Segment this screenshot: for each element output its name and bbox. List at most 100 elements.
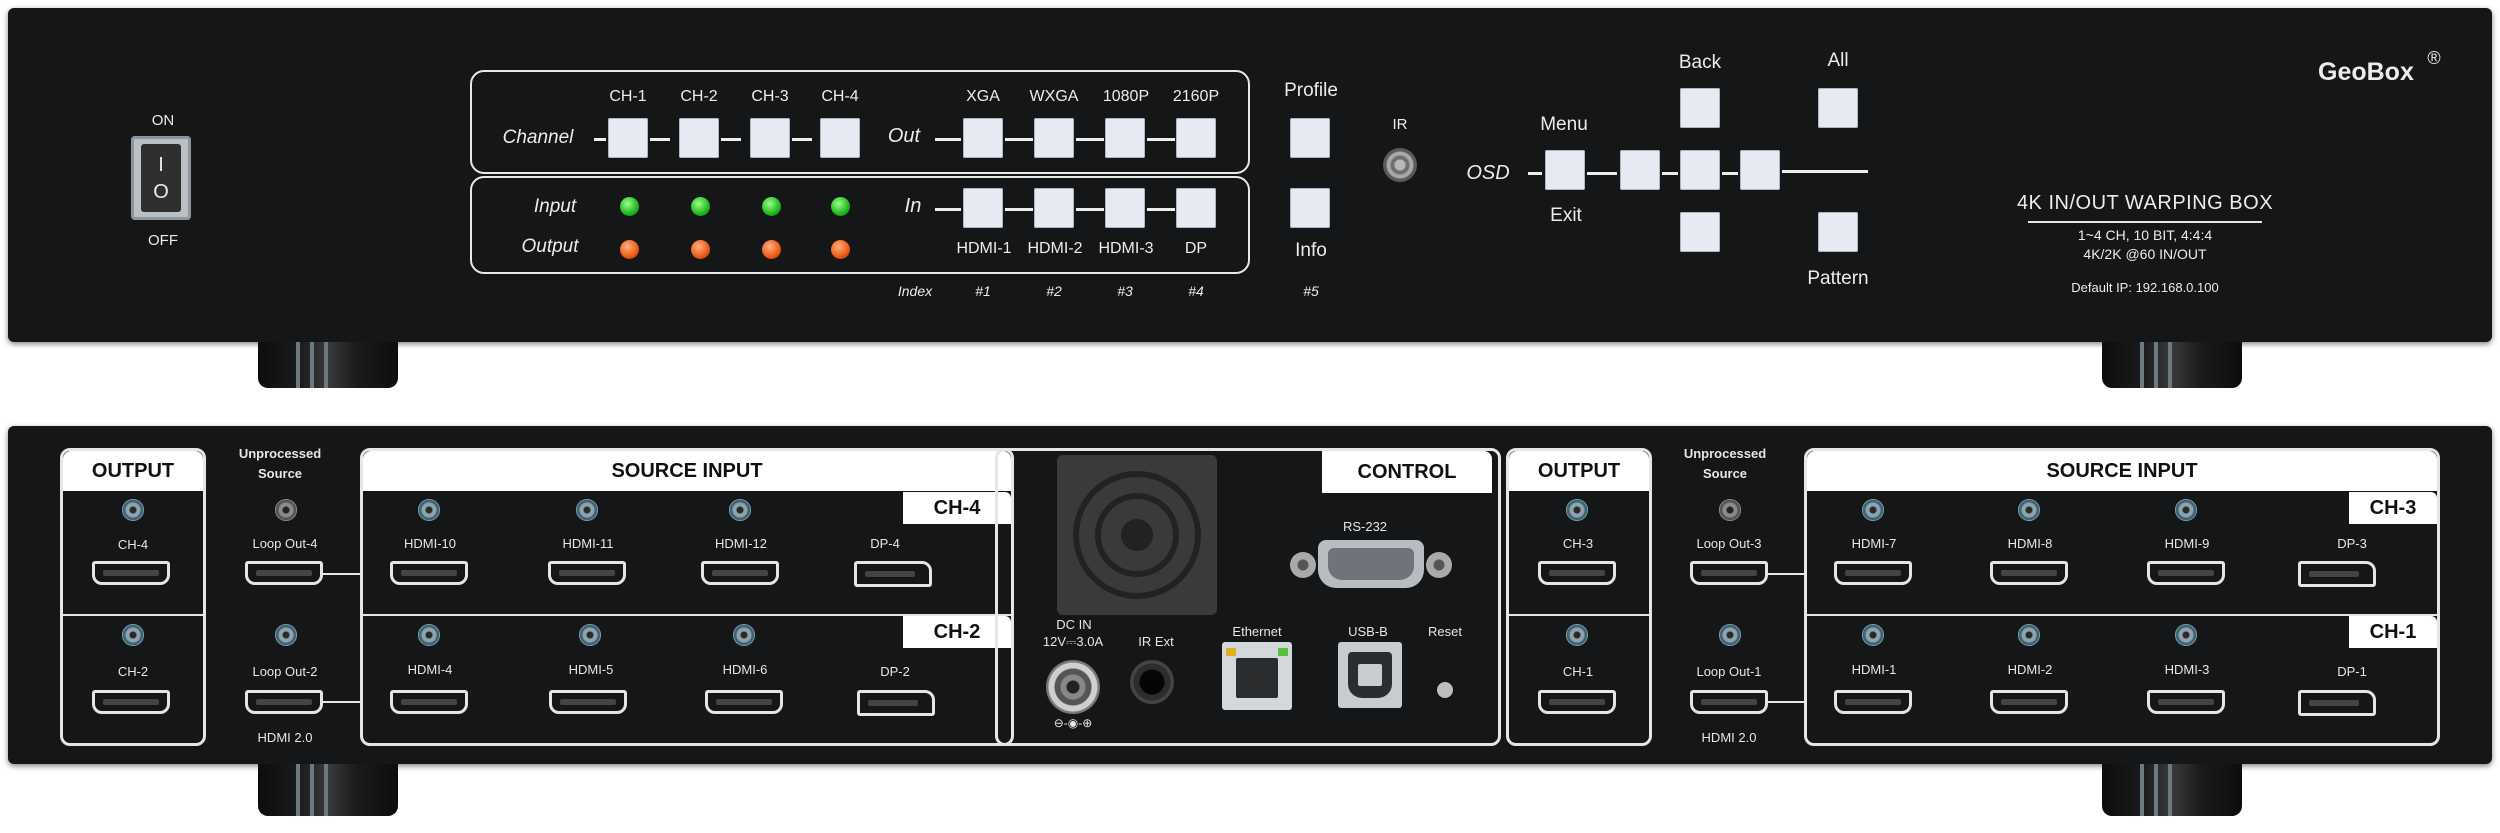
ch3-button[interactable]: [750, 118, 790, 158]
exit-label: Exit: [1550, 205, 1582, 226]
left-unprocessed-line2: Source: [257, 466, 303, 481]
hdmi8-label: HDMI-8: [2007, 536, 2053, 551]
power-on-label: ON: [151, 112, 175, 129]
output-led-2: [691, 240, 710, 259]
left-loop2-label: Loop Out-2: [252, 664, 318, 679]
in-hdmi1-button[interactable]: [963, 188, 1003, 228]
index-label: Index: [897, 283, 933, 299]
right-unprocessed-line1: Unprocessed: [1683, 446, 1767, 461]
ch4-button[interactable]: [820, 118, 860, 158]
right-ch1-tag: CH-1: [2349, 616, 2437, 648]
dp1-label: DP-1: [2337, 664, 2367, 679]
left-arrow-button[interactable]: [1620, 150, 1660, 190]
hdmi7-bnc: [1862, 499, 1884, 521]
menu-button[interactable]: [1545, 150, 1585, 190]
dp3-label: DP-3: [2337, 536, 2367, 551]
right-unprocessed-line2: Source: [1702, 466, 1748, 481]
info-button[interactable]: [1290, 188, 1330, 228]
hdmi9-port: [2147, 561, 2225, 585]
right-output-ch3-port: [1538, 561, 1616, 585]
input-label: Input: [533, 196, 577, 217]
dc-in-label: DC IN: [1056, 617, 1092, 632]
hdmi5-port: [549, 690, 627, 714]
right-loop1-bnc: [1719, 624, 1741, 646]
ch2-label: CH-2: [680, 88, 718, 105]
in-dp-label: DP: [1184, 240, 1208, 257]
out-xga-label: XGA: [966, 88, 1000, 105]
hdmi11-label: HDMI-11: [562, 536, 614, 551]
all-button[interactable]: [1818, 88, 1858, 128]
left-output-ch2-label: CH-2: [117, 664, 149, 679]
default-ip: Default IP: 192.168.0.100: [2071, 280, 2219, 295]
pattern-button[interactable]: [1818, 212, 1858, 252]
brand-logo: GeoBox: [2318, 58, 2414, 86]
ir-sensor-icon: [1383, 148, 1417, 182]
osd-label: OSD: [1466, 162, 1510, 184]
front-foot-right: [2102, 342, 2242, 388]
back-foot-left: [258, 764, 398, 816]
rs232-label: RS-232: [1342, 519, 1388, 534]
hdmi3-bnc: [2175, 624, 2197, 646]
ir-ext-label: IR Ext: [1138, 634, 1174, 649]
out-1080p-button[interactable]: [1105, 118, 1145, 158]
in-hdmi3-button[interactable]: [1105, 188, 1145, 228]
ch2-button[interactable]: [679, 118, 719, 158]
product-title-underline: [2028, 221, 2262, 223]
in-dp-button[interactable]: [1176, 188, 1216, 228]
product-title: 4K IN/OUT WARPING BOX: [2016, 192, 2274, 214]
input-led-1: [620, 197, 639, 216]
ch4-label: CH-4: [821, 88, 859, 105]
center-enter-button[interactable]: [1680, 150, 1720, 190]
hdmi3-port: [2147, 690, 2225, 714]
hdmi4-bnc: [418, 624, 440, 646]
channel-label: Channel: [502, 127, 574, 148]
right-output-header: OUTPUT: [1509, 451, 1649, 491]
out-wxga-label: WXGA: [1029, 88, 1079, 105]
left-source-header: SOURCE INPUT: [363, 451, 1011, 491]
hdmi12-label: HDMI-12: [714, 536, 767, 551]
hdmi1-label: HDMI-1: [1851, 662, 1897, 677]
right-source-header: SOURCE INPUT: [1807, 451, 2437, 491]
out-wxga-button[interactable]: [1034, 118, 1074, 158]
dp4-label: DP-4: [870, 536, 900, 551]
left-output-header: OUTPUT: [63, 451, 203, 491]
right-output-ch3-label: CH-3: [1562, 536, 1594, 551]
right-arrow-button[interactable]: [1740, 150, 1780, 190]
down-button[interactable]: [1680, 212, 1720, 252]
ethernet-label: Ethernet: [1232, 624, 1282, 639]
power-switch[interactable]: I O: [131, 136, 191, 220]
left-output-ch2-port: [92, 690, 170, 714]
out-xga-button[interactable]: [963, 118, 1003, 158]
hdmi7-label: HDMI-7: [1851, 536, 1897, 551]
ch1-button[interactable]: [608, 118, 648, 158]
info-label: Info: [1295, 240, 1327, 261]
in-hdmi1-label: HDMI-1: [956, 240, 1012, 257]
dp3-port: [2298, 561, 2376, 587]
hdmi3-label: HDMI-3: [2164, 662, 2210, 677]
spec-line-1: 1~4 CH, 10 BIT, 4:4:4: [2077, 227, 2213, 243]
power-off-label: OFF: [148, 232, 178, 249]
all-label: All: [1827, 50, 1849, 71]
right-hdmi-version: HDMI 2.0: [1701, 730, 1757, 745]
output-led-3: [762, 240, 781, 259]
in-hdmi2-button[interactable]: [1034, 188, 1074, 228]
reset-button[interactable]: [1437, 682, 1453, 698]
rs232-port: [1290, 540, 1452, 588]
ch3-label: CH-3: [751, 88, 789, 105]
hdmi2-port: [1990, 690, 2068, 714]
profile-button[interactable]: [1290, 118, 1330, 158]
hdmi4-label: HDMI-4: [407, 662, 453, 677]
in-label: In: [904, 195, 922, 217]
hdmi5-label: HDMI-5: [568, 662, 614, 677]
hdmi11-bnc: [576, 499, 598, 521]
left-output-ch4-bnc: [122, 499, 144, 521]
right-output-ch1-port: [1538, 690, 1616, 714]
output-label: Output: [521, 236, 579, 257]
spec-line-2: 4K/2K @60 IN/OUT: [2083, 246, 2207, 262]
hdmi8-bnc: [2018, 499, 2040, 521]
front-foot-left: [258, 342, 398, 388]
control-header: CONTROL: [1322, 451, 1492, 493]
up-back-button[interactable]: [1680, 88, 1720, 128]
out-2160p-button[interactable]: [1176, 118, 1216, 158]
menu-label: Menu: [1540, 114, 1588, 135]
